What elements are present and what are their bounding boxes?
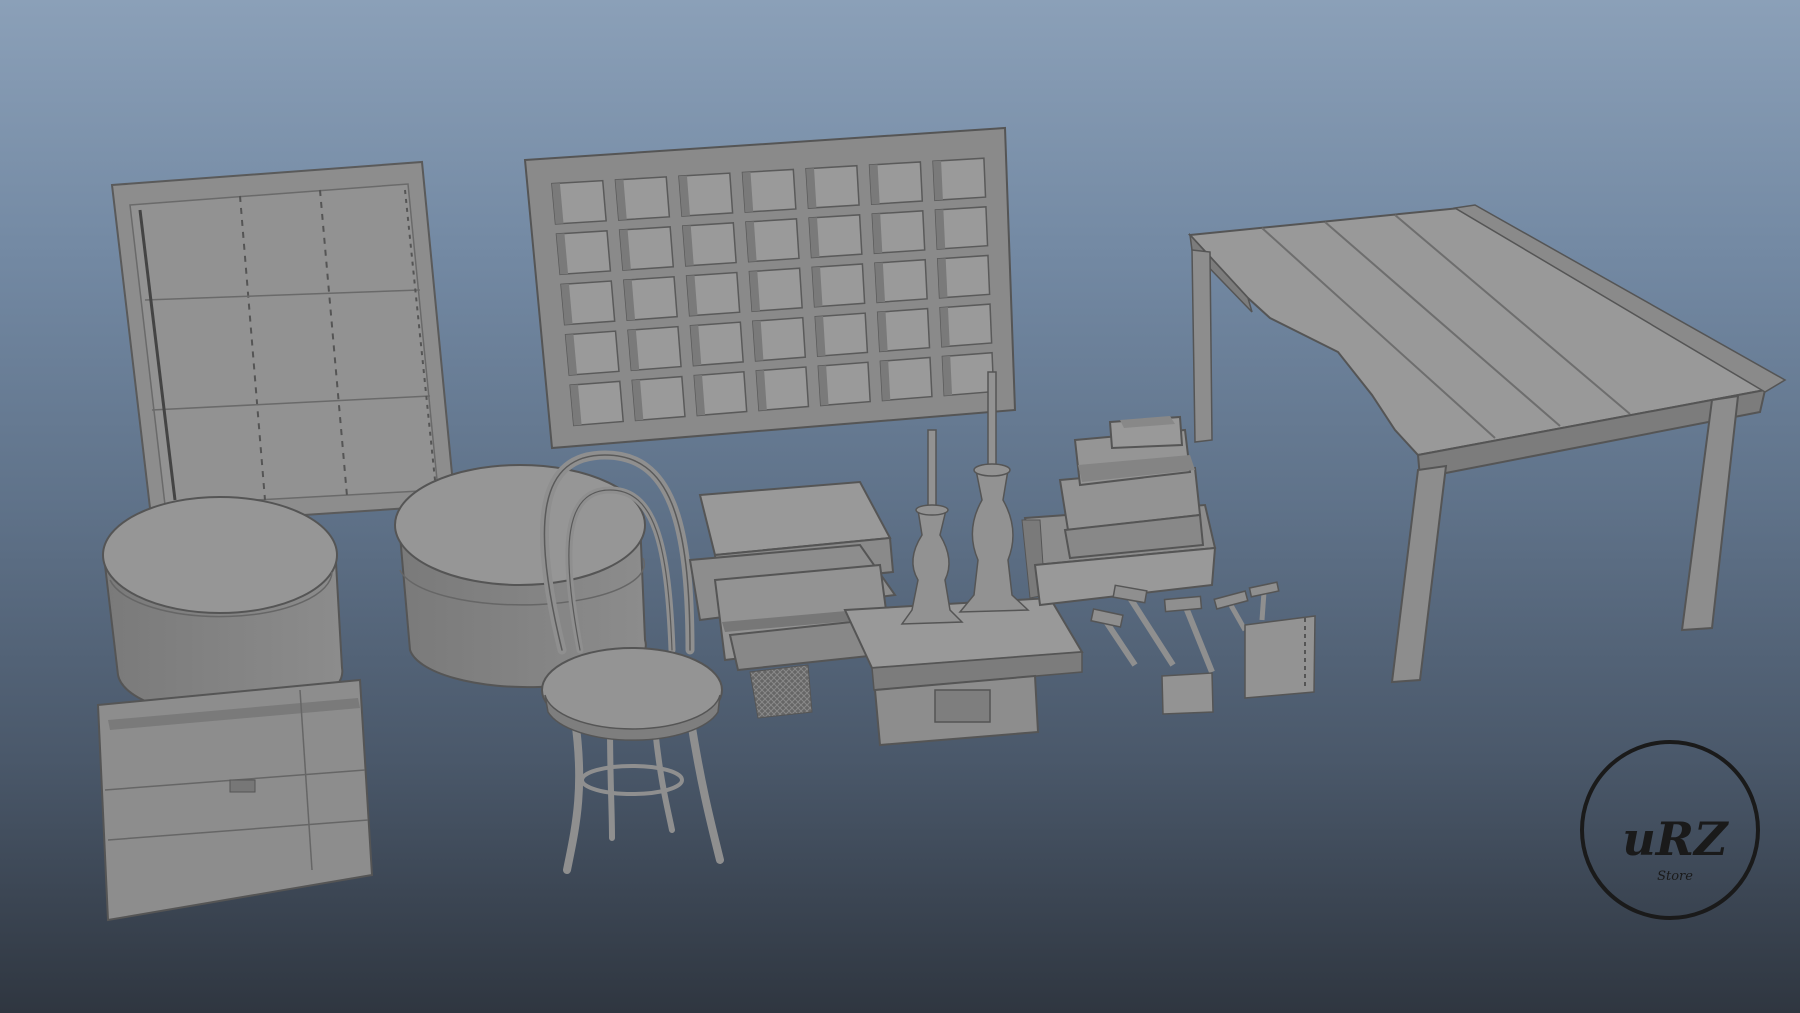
logo-sub-text: Store bbox=[1657, 869, 1693, 884]
stacked-boxes bbox=[1021, 415, 1217, 607]
round-hatbox-left bbox=[102, 496, 344, 718]
viewport: uRZ Store bbox=[0, 0, 1800, 1013]
cabinet-doors bbox=[110, 160, 457, 527]
tool-frames bbox=[1161, 615, 1316, 715]
wooden-table bbox=[1187, 204, 1787, 684]
small-side-table bbox=[843, 596, 1084, 747]
floor-trunk bbox=[96, 678, 374, 922]
store-logo: uRZ Store bbox=[1580, 740, 1760, 920]
pigeonhole-shelf bbox=[523, 126, 1017, 450]
logo-main-text: uRZ bbox=[1622, 812, 1729, 866]
scene-render: uRZ Store bbox=[96, 126, 1787, 922]
